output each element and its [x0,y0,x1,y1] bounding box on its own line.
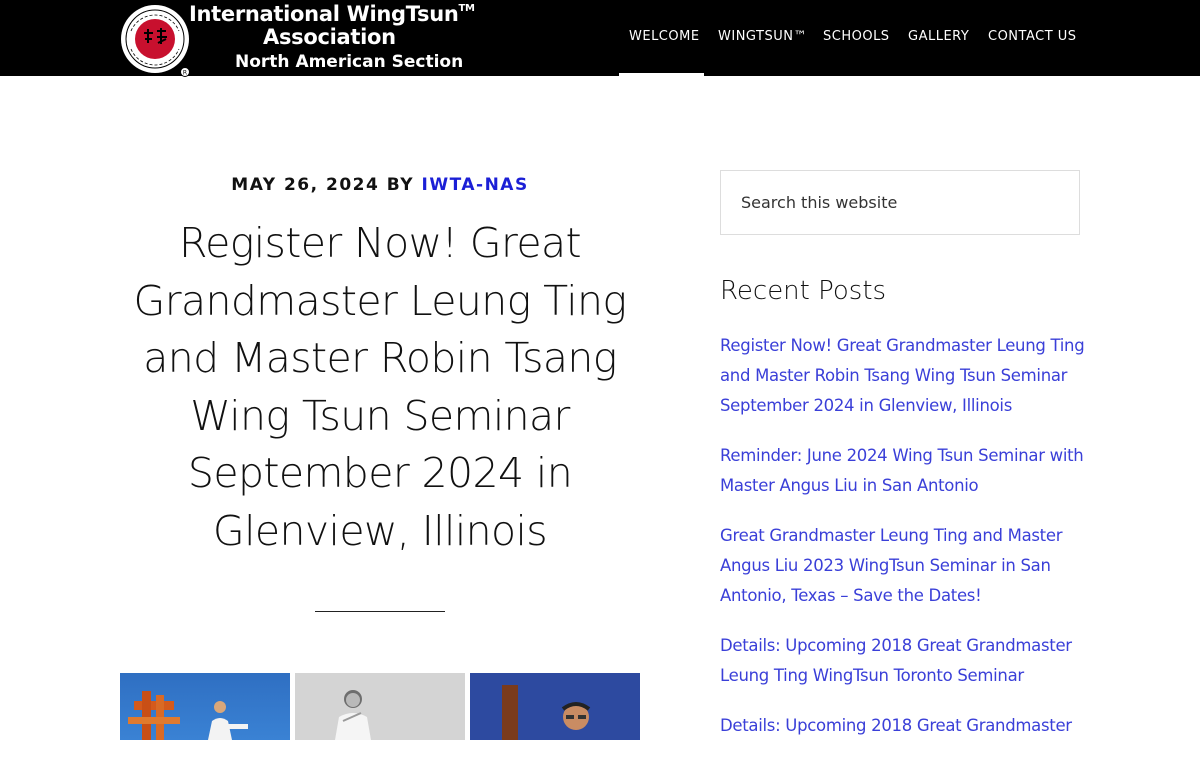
seminar-photo-3[interactable] [470,673,640,740]
search-form [720,170,1080,235]
seminar-photo-1[interactable] [120,673,290,740]
logo-subtitle: North American Section [235,52,464,72]
list-item: Reminder: June 2024 Wing Tsun Seminar wi… [720,441,1085,501]
list-item: Details: Upcoming 2018 Great Grandmaster… [720,631,1085,691]
nav-welcome[interactable]: WELCOME [629,29,700,44]
logo-title-line1: International WingTsunTM [189,2,475,26]
post-author-link[interactable]: IWTA-NAS [422,175,529,195]
post-date: MAY 26, 2024 [231,175,380,195]
title-divider [315,611,445,612]
post-title[interactable]: Register Now! Great Grandmaster Leung Ti… [120,215,640,560]
nav-active-indicator [619,73,704,76]
nav-schools[interactable]: SCHOOLS [823,29,890,44]
search-input[interactable] [721,171,1051,234]
site-logo[interactable]: R International WingTsunTM Association N… [119,1,489,77]
post-meta: MAY 26, 2024 BY IWTA-NAS [120,175,640,195]
site-header: R International WingTsunTM Association N… [0,0,1200,77]
logo-title-line2: Association [263,25,396,49]
nav-gallery[interactable]: GALLERY [908,29,969,44]
seminar-photo-2[interactable] [295,673,465,740]
recent-post-link[interactable]: Great Grandmaster Leung Ting and Master … [720,526,1062,605]
post-by: BY [386,175,415,195]
nav-contact-us[interactable]: CONTACT US [988,29,1077,44]
recent-posts-heading: Recent Posts [720,276,887,306]
recent-post-link[interactable]: Details: Upcoming 2018 Great Grandmaster [720,716,1072,735]
recent-post-link[interactable]: Details: Upcoming 2018 Great Grandmaster… [720,636,1072,685]
nav-wingtsun[interactable]: WINGTSUN™ [718,29,807,44]
svg-text:R: R [183,70,187,77]
recent-posts-list: Register Now! Great Grandmaster Leung Ti… [720,331,1085,761]
list-item: Register Now! Great Grandmaster Leung Ti… [720,331,1085,421]
list-item: Details: Upcoming 2018 Great Grandmaster [720,711,1085,741]
list-item: Great Grandmaster Leung Ting and Master … [720,521,1085,611]
recent-post-link[interactable]: Register Now! Great Grandmaster Leung Ti… [720,336,1085,415]
recent-post-link[interactable]: Reminder: June 2024 Wing Tsun Seminar wi… [720,446,1084,495]
wingtsun-seal-logo: R [121,5,190,77]
